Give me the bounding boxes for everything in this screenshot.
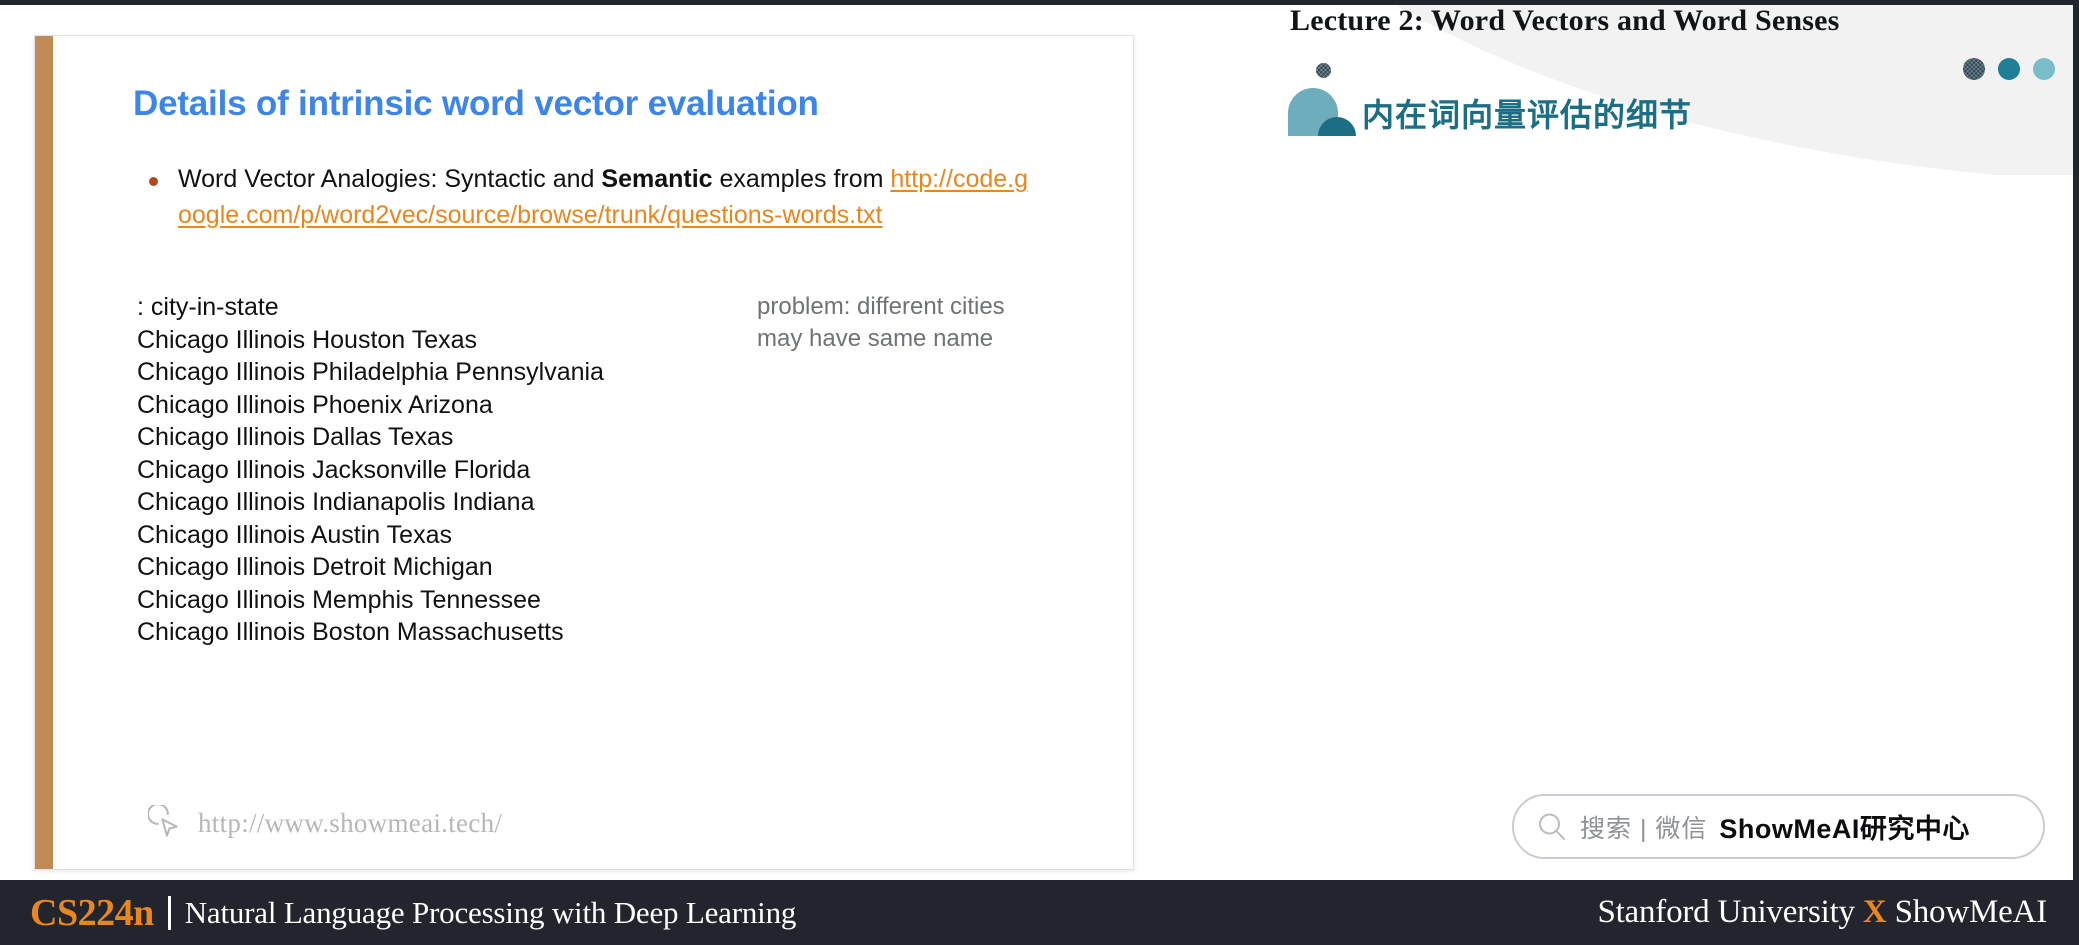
dot-light-teal-icon bbox=[2033, 58, 2055, 80]
bullet-item: Word Vector Analogies: Syntactic and Sem… bbox=[149, 162, 1093, 233]
problem-annotation-line2: may have same name bbox=[757, 324, 994, 352]
analogy-data-block: : city-in-state Chicago Illinois Houston… bbox=[137, 291, 1093, 649]
course-name: Natural Language Processing with Deep Le… bbox=[184, 894, 797, 930]
slide-watermark: http://www.showmeai.tech/ bbox=[148, 805, 502, 841]
course-code: CS224n bbox=[30, 891, 154, 934]
footer-bar: CS224n Natural Language Processing with … bbox=[0, 880, 2079, 945]
slide-card: Details of intrinsic word vector evaluat… bbox=[34, 35, 1134, 870]
frame-right-edge bbox=[2073, 0, 2079, 880]
footer-right-credit: Stanford University X ShowMeAI bbox=[1597, 894, 2047, 931]
slide-body: Details of intrinsic word vector evaluat… bbox=[53, 36, 1133, 869]
watermark-url: http://www.showmeai.tech/ bbox=[198, 807, 503, 838]
bullet-text: Word Vector Analogies: Syntactic and Sem… bbox=[178, 162, 1038, 233]
slide-accent-bar bbox=[35, 36, 53, 869]
list-item: Chicago Illinois Boston Massachusetts bbox=[137, 618, 564, 646]
list-item: Chicago Illinois Philadelphia Pennsylvan… bbox=[137, 358, 604, 386]
bullet-text-after: examples from bbox=[712, 165, 891, 193]
list-item: Chicago Illinois Jacksonville Florida bbox=[137, 455, 531, 484]
search-brand-text: ShowMeAI研究中心 bbox=[1719, 814, 1970, 844]
problem-annotation-line1: problem: different cities bbox=[757, 293, 1005, 320]
list-item: Chicago Illinois Memphis Tennessee bbox=[137, 585, 541, 614]
cursor-pointer-icon bbox=[148, 805, 178, 837]
wechat-search-pill[interactable]: 搜索 | 微信 ShowMeAI研究中心 bbox=[1512, 794, 2045, 859]
search-icon bbox=[1539, 813, 1565, 840]
list-item: Chicago Illinois Phoenix Arizona bbox=[137, 390, 493, 419]
footer-x-separator: X bbox=[1862, 894, 1887, 930]
dot-dark-textured-icon bbox=[1963, 58, 1985, 80]
chinese-section-title: 内在词向量评估的细节 bbox=[1362, 97, 1693, 133]
bullet-text-before: Word Vector Analogies: Syntactic and bbox=[178, 165, 602, 193]
problem-annotation: problem: different cities may have same … bbox=[757, 291, 1005, 354]
list-item: Chicago Illinois Detroit Michigan bbox=[137, 553, 493, 581]
list-item: Chicago Illinois Indianapolis Indiana bbox=[137, 488, 535, 516]
lecture-title: Lecture 2: Word Vectors and Word Senses bbox=[1290, 4, 1840, 37]
logo-dot-icon bbox=[1316, 63, 1331, 78]
footer-brand: ShowMeAI bbox=[1886, 894, 2048, 930]
bullet-dot-icon bbox=[149, 177, 158, 186]
footer-left-group: CS224n Natural Language Processing with … bbox=[30, 891, 796, 935]
slide-root: Lecture 2: Word Vectors and Word Senses … bbox=[0, 0, 2079, 945]
decorative-dots bbox=[1963, 58, 2055, 82]
slide-title: Details of intrinsic word vector evaluat… bbox=[133, 84, 819, 123]
search-placeholder-text: 搜索 | 微信 bbox=[1580, 814, 1708, 843]
list-item: Chicago Illinois Austin Texas bbox=[137, 520, 452, 549]
showmeai-logo-icon bbox=[1288, 88, 1356, 136]
list-item: Chicago Illinois Dallas Texas bbox=[137, 423, 454, 451]
bullet-bold-word: Semantic bbox=[601, 165, 713, 193]
dot-teal-icon bbox=[1998, 58, 2020, 80]
footer-institution: Stanford University bbox=[1597, 894, 1863, 930]
footer-divider bbox=[167, 895, 171, 930]
